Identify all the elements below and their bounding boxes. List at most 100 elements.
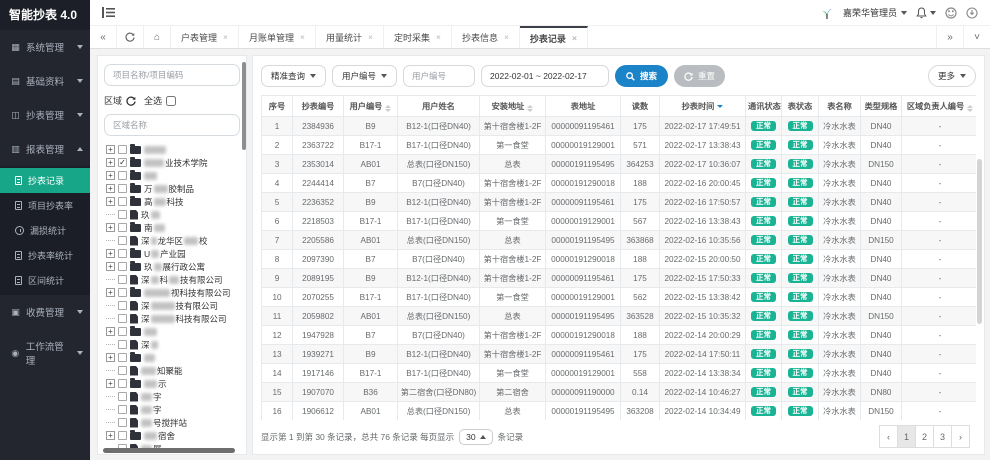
tree-expand-toggle[interactable]: + — [106, 197, 115, 206]
region-refresh-icon[interactable] — [126, 96, 136, 106]
tree-checkbox[interactable] — [118, 366, 127, 375]
sidebar-item[interactable]: ▤基础资料 — [0, 64, 90, 98]
tree-item[interactable]: +宿舍 — [106, 429, 240, 442]
menu-collapse-icon[interactable] — [102, 7, 115, 18]
tab-item[interactable]: 抄表记录× — [520, 26, 588, 48]
column-header[interactable]: 表地址 — [546, 96, 621, 117]
table-row[interactable]: 82097390B7B7(口径DN40)第十宿舍楼1-2F00000191290… — [262, 250, 977, 269]
tabs-scroll-left-icon[interactable]: « — [90, 26, 117, 48]
table-row[interactable]: 121947928B7B7(口径DN40)第十宿舍楼1-2F0000019129… — [262, 326, 977, 345]
page-button[interactable]: 2 — [915, 425, 934, 448]
sidebar-subitem[interactable]: 抄表记录 — [0, 168, 90, 193]
tree-expand-toggle[interactable]: + — [106, 262, 115, 271]
tree-item[interactable]: +✓业技术学院 — [106, 156, 240, 169]
table-row[interactable]: 92089195B9B12-1(口径DN40)第十宿舍楼1-2F00000091… — [262, 269, 977, 288]
tree-checkbox[interactable] — [118, 223, 127, 232]
tree-item[interactable]: 深龙华区校 — [106, 234, 240, 247]
tree-item[interactable]: +南 — [106, 221, 240, 234]
table-row[interactable]: 131939271B9B12-1(口径DN40)第十宿舍楼1-2F0000009… — [262, 345, 977, 364]
user-number-input[interactable] — [403, 65, 475, 87]
sidebar-subitem[interactable]: 漏损统计 — [0, 218, 90, 243]
theme-icon[interactable] — [945, 7, 957, 19]
date-range-input[interactable] — [481, 65, 609, 87]
tree-expand-toggle[interactable]: + — [106, 288, 115, 297]
table-vertical-scrollbar[interactable] — [977, 159, 982, 324]
sidebar-item[interactable]: ▦系统管理 — [0, 30, 90, 64]
sort-icon[interactable] — [527, 105, 533, 113]
more-button[interactable]: 更多 — [928, 65, 976, 87]
tree-checkbox[interactable] — [118, 379, 127, 388]
tree-expand-toggle[interactable]: + — [106, 249, 115, 258]
table-row[interactable]: 32353014AB01总表(口径DN150)总表000001911954953… — [262, 155, 977, 174]
tree-item[interactable]: 字 — [106, 390, 240, 403]
tab-close-icon[interactable]: × — [436, 32, 441, 42]
tree-item[interactable]: 深 — [106, 338, 240, 351]
tree-checkbox[interactable] — [118, 145, 127, 154]
tree-checkbox[interactable] — [118, 249, 127, 258]
tree-checkbox[interactable] — [118, 353, 127, 362]
tree-item[interactable]: +高科技 — [106, 195, 240, 208]
table-row[interactable]: 52236352B9B12-1(口径DN40)第十宿舍楼1-2F00000091… — [262, 193, 977, 212]
tree-checkbox[interactable] — [118, 236, 127, 245]
tree-item[interactable]: 深技有限公司 — [106, 299, 240, 312]
tree-item[interactable]: +U产业园 — [106, 247, 240, 260]
tab-item[interactable]: 抄表信息× — [452, 26, 520, 48]
sidebar-item[interactable]: ◫抄表管理 — [0, 98, 90, 132]
tree-item[interactable]: 字 — [106, 403, 240, 416]
select-all-checkbox[interactable] — [166, 96, 176, 106]
tree-checkbox[interactable] — [118, 197, 127, 206]
sidebar-item[interactable]: ▣收费管理 — [0, 295, 90, 329]
column-header[interactable]: 表状态 — [782, 96, 819, 117]
tree-checkbox[interactable] — [118, 288, 127, 297]
tree-expand-toggle[interactable]: + — [106, 145, 115, 154]
home-icon[interactable]: ⌂ — [144, 26, 171, 48]
tree-checkbox[interactable] — [118, 431, 127, 440]
tab-close-icon[interactable]: × — [504, 32, 509, 42]
tree-checkbox[interactable] — [118, 418, 127, 427]
column-header[interactable]: 抄表时间 — [660, 96, 746, 117]
tab-close-icon[interactable]: × — [572, 33, 577, 43]
page-button[interactable]: 3 — [933, 425, 952, 448]
tree-item[interactable]: +万胶制品 — [106, 182, 240, 195]
table-row[interactable]: 72205586AB01总表(口径DN150)总表000001911954953… — [262, 231, 977, 250]
tree-item[interactable]: +玖展行政公寓 — [106, 260, 240, 273]
table-row[interactable]: 161906612AB01总表(口径DN150)总表00000191195495… — [262, 402, 977, 421]
tree-expand-toggle[interactable]: + — [106, 184, 115, 193]
region-search-input[interactable] — [104, 114, 240, 136]
tree-item[interactable]: 深科技有限公司 — [106, 312, 240, 325]
tree-item[interactable]: + — [106, 351, 240, 364]
tabs-scroll-right-icon[interactable]: » — [936, 26, 963, 48]
tree-checkbox[interactable] — [118, 171, 127, 180]
tree-checkbox[interactable] — [118, 327, 127, 336]
sidebar-subitem[interactable]: 区间统计 — [0, 268, 90, 293]
next-page-button[interactable]: › — [951, 425, 970, 448]
table-row[interactable]: 22363722B17-1B17-1(口径DN40)第一食堂0000001912… — [262, 136, 977, 155]
tree-vertical-scrollbar[interactable] — [242, 62, 246, 150]
sidebar-item[interactable]: ◉工作流管理 — [0, 329, 90, 377]
column-header[interactable]: 用户姓名 — [398, 96, 480, 117]
tree-item[interactable]: 玖 — [106, 208, 240, 221]
tree-item[interactable]: + — [106, 325, 240, 338]
sidebar-subitem[interactable]: 项目抄表率 — [0, 193, 90, 218]
tree-checkbox[interactable] — [118, 262, 127, 271]
download-circle-icon[interactable] — [966, 7, 978, 19]
user-menu[interactable]: 嘉荣华管理员 — [843, 6, 907, 19]
tree-expand-toggle[interactable]: + — [106, 158, 115, 167]
tree-checkbox[interactable] — [118, 392, 127, 401]
table-row[interactable]: 112059802AB01总表(口径DN150)总表00000191195495… — [262, 307, 977, 326]
tree-item[interactable]: 知聚能 — [106, 364, 240, 377]
column-header[interactable]: 类型规格 — [861, 96, 902, 117]
refresh-icon[interactable] — [117, 26, 144, 48]
sidebar-subitem[interactable]: 抄表率统计 — [0, 243, 90, 268]
tree-item[interactable]: +视科技有限公司 — [106, 286, 240, 299]
tree-checkbox[interactable] — [118, 340, 127, 349]
table-row[interactable]: 12384936B9B12-1(口径DN40)第十宿舍楼1-2F00000091… — [262, 117, 977, 136]
tree-checkbox[interactable] — [118, 184, 127, 193]
tree-checkbox[interactable] — [118, 210, 127, 219]
project-search-input[interactable] — [104, 64, 240, 86]
column-header[interactable]: 抄表编号 — [293, 96, 344, 117]
query-mode-dropdown[interactable]: 精准查询 — [261, 65, 326, 87]
tab-close-icon[interactable]: × — [223, 32, 228, 42]
sort-icon[interactable] — [385, 105, 391, 113]
table-row[interactable]: 62218503B17-1B17-1(口径DN40)第一食堂0000001912… — [262, 212, 977, 231]
